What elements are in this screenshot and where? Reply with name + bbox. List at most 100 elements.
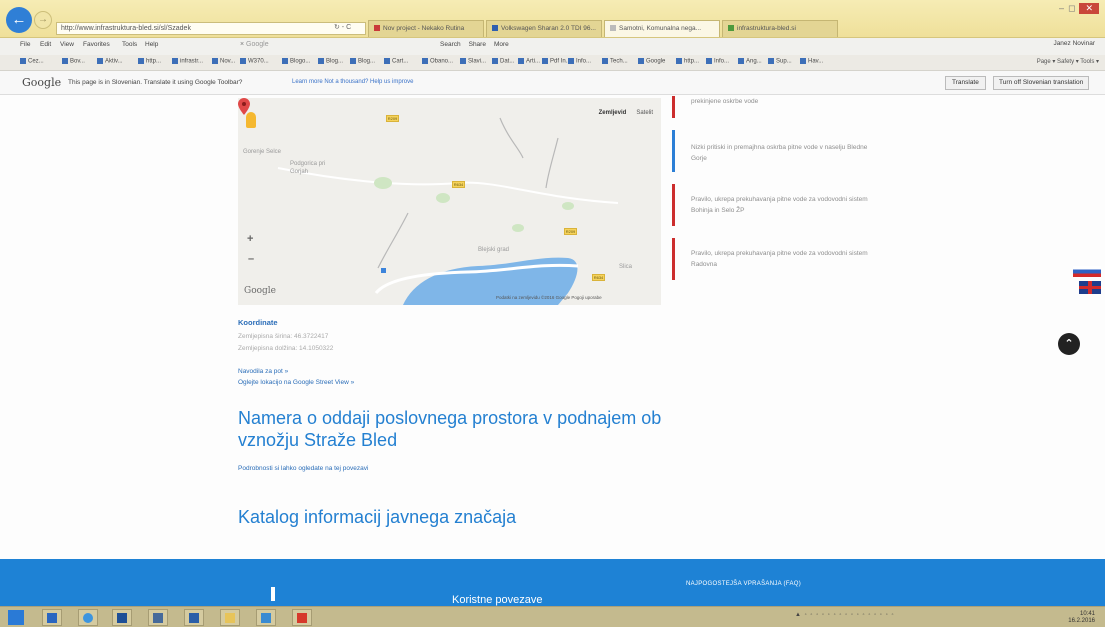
back-button[interactable]: ←: [6, 7, 32, 33]
menu-view[interactable]: View: [60, 41, 74, 48]
favorite-item[interactable]: Aktiv...: [97, 58, 123, 65]
toolbar-buttons: Search Share More: [440, 41, 509, 48]
tab-favicon-icon: [610, 25, 616, 32]
favorite-icon: [800, 58, 806, 64]
scroll-to-top-button[interactable]: ⌃: [1058, 333, 1080, 355]
favorite-item[interactable]: Cart...: [384, 58, 408, 65]
translate-button[interactable]: Translate: [945, 76, 986, 90]
favorite-item[interactable]: Blog...: [318, 58, 343, 65]
favorite-item[interactable]: Obano...: [422, 58, 453, 65]
translate-links[interactable]: Learn more Not a thousand? Help us impro…: [292, 79, 413, 85]
taskbar-app-icon[interactable]: [148, 609, 168, 626]
favorite-icon: [212, 58, 218, 64]
map-poi-icon[interactable]: [381, 268, 386, 273]
favorite-icon: [768, 58, 774, 64]
favorite-icon: [384, 58, 390, 64]
taskbar-word-icon[interactable]: [112, 609, 132, 626]
browser-tab[interactable]: Volkswagen Sharan 2.0 TDI 96...: [486, 20, 602, 37]
favorite-item[interactable]: Blogo...: [282, 58, 310, 65]
favorite-item[interactable]: Bov...: [62, 58, 85, 65]
taskbar-folder-icon[interactable]: [220, 609, 240, 626]
favorite-item[interactable]: http...: [138, 58, 161, 65]
favorite-item[interactable]: Google: [638, 58, 665, 65]
favorite-item[interactable]: W370...: [240, 58, 269, 65]
favorite-item[interactable]: infrastr...: [172, 58, 203, 65]
address-tools[interactable]: ↻ - C: [334, 23, 351, 31]
taskbar-clock[interactable]: 10:41 16.2.2016: [1068, 611, 1095, 625]
taskbar-outlook-icon[interactable]: [42, 609, 62, 626]
command-bar[interactable]: Page ▾ Safety ▾ Tools ▾: [1037, 58, 1099, 65]
minimize-icon[interactable]: –: [1059, 3, 1064, 14]
menu-edit[interactable]: Edit: [40, 41, 51, 48]
faq-link[interactable]: NAJPOGOSTEJŠA VPRAŠANJA (FAQ): [686, 581, 801, 587]
announcement-title-link[interactable]: Namera o oddaji poslovnega prostora v po…: [238, 407, 678, 451]
favorite-item[interactable]: Hav...: [800, 58, 823, 65]
announcement-details-link[interactable]: Podrobnosti si lahko ogledate na tej pov…: [238, 465, 368, 472]
favorite-icon: [738, 58, 744, 64]
favorite-item[interactable]: Info...: [568, 58, 591, 65]
map-type-map[interactable]: Zemljevid: [599, 110, 627, 116]
slovenian-flag-icon[interactable]: [1073, 266, 1101, 277]
notice-item[interactable]: Nizki pritiski in premajhna oskrba pitne…: [672, 130, 877, 172]
toolbar-share-button[interactable]: Share: [469, 41, 486, 48]
favorite-icon: [568, 58, 574, 64]
taskbar-ie-icon[interactable]: [78, 609, 98, 626]
favorite-item[interactable]: Ang...: [738, 58, 762, 65]
toolbar-search-button[interactable]: Search: [440, 41, 461, 48]
favorite-item[interactable]: Pdf In...: [542, 58, 571, 65]
menu-tools[interactable]: Tools: [122, 41, 137, 48]
map-attribution[interactable]: Podatki na zemljevidu ©2016 Google Pogoj…: [496, 295, 602, 300]
taskbar-app-icon[interactable]: [256, 609, 276, 626]
browser-tab-active[interactable]: Samotni, Komunalna nega...: [604, 20, 720, 37]
favorite-item[interactable]: Sup...: [768, 58, 792, 65]
favorite-item[interactable]: http...: [676, 58, 699, 65]
catalog-heading-link[interactable]: Katalog informacij javnega značaja: [238, 507, 516, 528]
menu-favorites[interactable]: Favorites: [83, 41, 110, 48]
favorite-icon: [706, 58, 712, 64]
favorite-icon: [138, 58, 144, 64]
favorite-icon: [62, 58, 68, 64]
favorite-icon: [460, 58, 466, 64]
menu-bar: File Edit View Favorites Tools Help × Go…: [0, 38, 1105, 55]
notice-item[interactable]: Pravilo, ukrepa prekuhavanja pitne vode …: [672, 238, 877, 280]
turn-off-translation-button[interactable]: Turn off Slovenian translation: [993, 76, 1090, 90]
toolbar-search-input[interactable]: × Google: [240, 41, 269, 48]
browser-tab[interactable]: Nov project - Nekako Rutina: [368, 20, 484, 37]
map-road: [377, 212, 409, 269]
zoom-in-button[interactable]: +: [247, 233, 253, 245]
system-tray[interactable]: ▲ ◦ ◦ ◦ ◦ ◦ ◦ ◦ ◦ ◦ ◦ ◦ ◦ ◦ ◦ ◦ ◦: [795, 612, 895, 618]
tab-label: Volkswagen Sharan 2.0 TDI 96...: [501, 25, 596, 32]
favorite-item[interactable]: Blog...: [350, 58, 375, 65]
favorite-item[interactable]: Cez...: [20, 58, 44, 65]
notice-item[interactable]: prekinjene oskrbe vode: [672, 96, 877, 118]
street-view-link[interactable]: Oglejte lokacijo na Google Street View »: [238, 379, 354, 386]
start-button[interactable]: [8, 610, 24, 625]
close-icon[interactable]: ✕: [1079, 3, 1099, 14]
browser-tab[interactable]: infrastruktura-bled.si: [722, 20, 838, 37]
favorite-item[interactable]: Nov...: [212, 58, 235, 65]
maximize-icon[interactable]: ◻: [1068, 3, 1075, 14]
address-bar[interactable]: http://www.infrastruktura-bled.si/sl/Sza…: [56, 22, 366, 35]
menu-file[interactable]: File: [20, 41, 30, 48]
toolbar-more-button[interactable]: More: [494, 41, 509, 48]
favorite-item[interactable]: Slavi...: [460, 58, 486, 65]
favorite-icon: [422, 58, 428, 64]
map-place-label: Podgorica pri Gorjah: [290, 161, 326, 175]
map-type-satellite[interactable]: Satelit: [636, 110, 653, 116]
favorite-item[interactable]: Tech...: [602, 58, 628, 65]
favorite-item[interactable]: Dat...: [492, 58, 514, 65]
menu-help[interactable]: Help: [145, 41, 158, 48]
taskbar-acrobat-icon[interactable]: [292, 609, 312, 626]
user-account[interactable]: Janez Novinar: [1053, 40, 1095, 47]
map-pin-icon[interactable]: [238, 98, 250, 115]
english-flag-icon[interactable]: [1079, 281, 1101, 294]
forward-button[interactable]: →: [34, 11, 52, 29]
zoom-out-button[interactable]: –: [248, 253, 254, 265]
favorite-item[interactable]: Info...: [706, 58, 729, 65]
directions-link[interactable]: Navodila za pot »: [238, 368, 288, 375]
taskbar-app-icon[interactable]: [184, 609, 204, 626]
favorite-icon: [240, 58, 246, 64]
notice-item[interactable]: Pravilo, ukrepa prekuhavanja pitne vode …: [672, 184, 877, 226]
google-map[interactable]: Gorenje Selce Podgorica pri Gorjah Blejs…: [238, 98, 661, 305]
favorite-item[interactable]: Arti...: [518, 58, 540, 65]
